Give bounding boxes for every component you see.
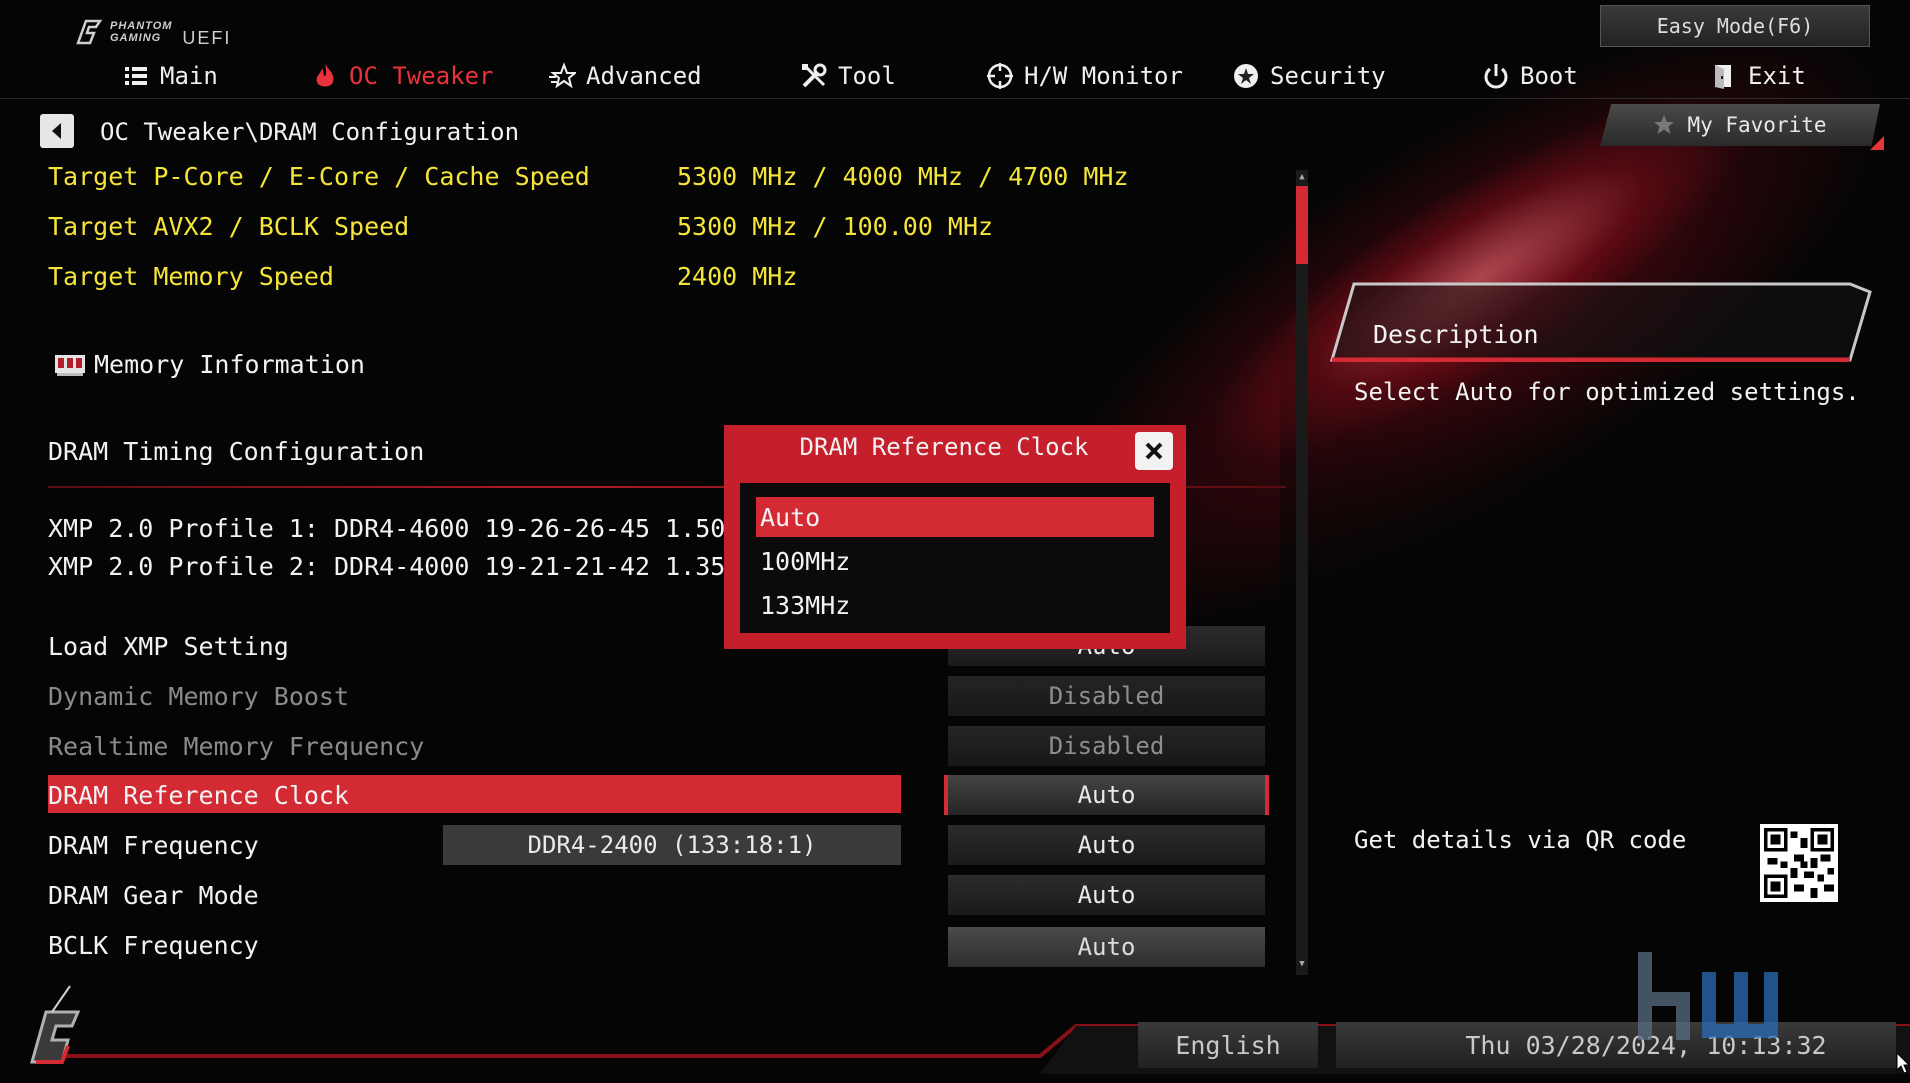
target-avx2-bclk-label: Target AVX2 / BCLK Speed [48,212,410,241]
back-arrow-icon [52,123,61,139]
scroll-up-arrow-icon[interactable]: ▲ [1296,171,1308,183]
badge-icon [1234,64,1258,88]
popup-option-100mhz[interactable]: 100MHz [756,541,1154,581]
memory-information-item[interactable]: Memory Information [54,350,365,379]
breadcrumb: OC Tweaker\DRAM Configuration [100,118,520,146]
list-icon [125,67,147,85]
tab-main[interactable]: Main [122,56,218,96]
target-avx2-bclk-value: 5300 MHz / 100.00 MHz [677,212,994,241]
popup-title: DRAM Reference Clock [799,433,1089,461]
tab-security[interactable]: Security [1232,56,1386,96]
xmp-profile-2: XMP 2.0 Profile 2: DDR4-4000 19-21-21-42… [48,552,816,581]
target-memory-speed-value: 2400 MHz [677,262,798,291]
exit-icon [1715,65,1731,89]
brand-uefi: UEFI [182,28,232,48]
target-memory-speed-label: Target Memory Speed [48,262,334,291]
close-icon [1145,442,1163,460]
load-xmp-setting-label[interactable]: Load XMP Setting [48,632,289,661]
tab-tool-label: Tool [838,62,896,90]
dynamic-memory-boost-label: Dynamic Memory Boost [48,682,350,711]
tab-exit-label: Exit [1748,62,1806,90]
tab-advanced-label: Advanced [586,62,702,90]
dram-reference-clock-value[interactable]: Auto [944,775,1269,815]
description-title: Description [1373,320,1539,349]
dram-frequency-info: DDR4-2400 (133:18:1) [443,825,901,865]
phantom-gaming-logo-icon [76,19,103,44]
target-core-speed-value: 5300 MHz / 4000 MHz / 4700 MHz [677,162,1129,191]
scroll-down-arrow-icon[interactable]: ▼ [1296,958,1308,970]
nav-divider [0,98,1910,99]
realtime-memory-frequency-value: Disabled [948,726,1265,766]
flame-icon [316,64,334,87]
qr-label: Get details via QR code [1354,826,1687,854]
dram-frequency-label[interactable]: DRAM Frequency [48,831,259,860]
bclk-frequency-value[interactable]: Auto [948,927,1265,967]
popup-option-133mhz[interactable]: 133MHz [756,585,1154,625]
tab-hw-monitor-label: H/W Monitor [1024,62,1183,90]
brand-logo: PHANTOM GAMING UEFI [74,14,231,49]
bclk-frequency-label[interactable]: BCLK Frequency [48,931,259,960]
tab-security-label: Security [1270,62,1386,90]
xmp-profile-1: XMP 2.0 Profile 1: DDR4-4600 19-26-26-45… [48,514,816,543]
qr-code-icon [1760,824,1838,902]
memory-information-label: Memory Information [94,350,365,379]
language-selector[interactable]: English [1138,1022,1318,1068]
tab-hw-monitor[interactable]: H/W Monitor [986,56,1183,96]
power-icon [1484,64,1508,89]
mouse-cursor-icon [1896,1052,1910,1074]
brand-line1: PHANTOM [110,19,173,32]
brand-line2: GAMING [110,31,162,44]
tab-boot-label: Boot [1520,62,1578,90]
popup-option-auto[interactable]: Auto [756,497,1154,537]
tab-exit[interactable]: Exit [1710,56,1806,96]
my-favorite-button[interactable]: My Favorite [1600,104,1880,146]
target-icon [987,63,1013,89]
memory-module-icon [55,354,85,376]
dram-timing-configuration[interactable]: DRAM Timing Configuration [48,437,424,466]
tab-oc-tweaker-label: OC Tweaker [349,62,494,90]
tab-advanced[interactable]: Advanced [548,56,702,96]
my-favorite-label: My Favorite [1687,113,1827,137]
tab-main-label: Main [160,62,218,90]
watermark-logo-icon [1638,952,1778,1040]
dram-gear-mode-label[interactable]: DRAM Gear Mode [48,881,259,910]
realtime-memory-frequency-label: Realtime Memory Frequency [48,732,425,761]
tab-boot[interactable]: Boot [1482,56,1578,96]
tab-tool[interactable]: Tool [800,56,896,96]
star-icon [549,62,576,89]
target-core-speed-label: Target P-Core / E-Core / Cache Speed [48,162,590,191]
scrollbar-thumb[interactable] [1296,186,1308,264]
phantom-gaming-footer-logo-icon [30,985,81,1064]
favorite-star-icon [1654,115,1675,134]
dram-frequency-value[interactable]: Auto [948,825,1265,865]
dram-gear-mode-value[interactable]: Auto [948,875,1265,915]
popup-close-button[interactable] [1135,432,1173,470]
dram-reference-clock-label[interactable]: DRAM Reference Clock [48,781,349,810]
scrollbar-track[interactable] [1296,170,1308,975]
tab-oc-tweaker[interactable]: OC Tweaker [311,56,494,96]
easy-mode-button[interactable]: Easy Mode(F6) [1600,5,1870,47]
back-button[interactable] [40,114,74,148]
dynamic-memory-boost-value: Disabled [948,676,1265,716]
tools-icon [802,63,827,88]
description-text: Select Auto for optimized settings. [1354,378,1860,406]
